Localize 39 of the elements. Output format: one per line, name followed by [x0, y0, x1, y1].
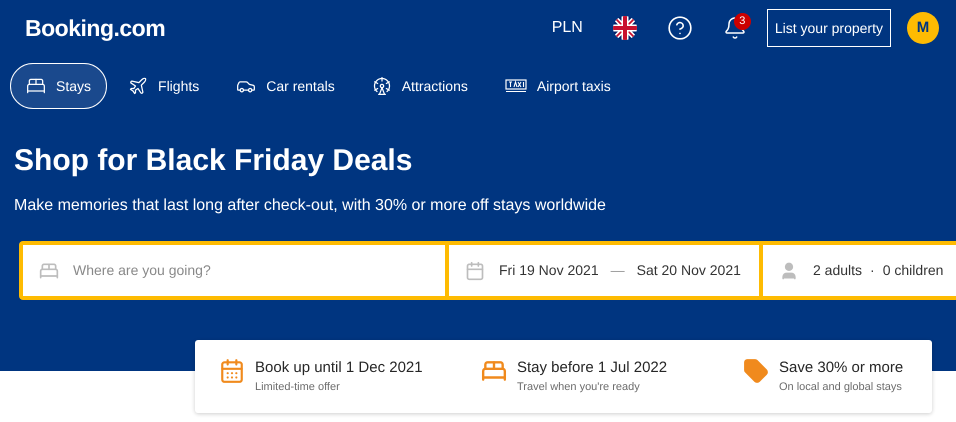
uk-flag-icon[interactable] [612, 16, 637, 40]
plane-icon [128, 76, 148, 96]
destination-input[interactable]: Where are you going? [73, 260, 373, 281]
bell-icon[interactable] [722, 16, 747, 40]
date-separator: — [610, 261, 625, 280]
offer-title: Book up until 1 Dec 2021 [255, 358, 423, 378]
calendar-icon [219, 358, 245, 384]
tag-icon [743, 358, 769, 384]
nav-tab[interactable]: Airport taxis [488, 63, 627, 109]
avatar[interactable]: M [907, 12, 939, 44]
nav-tab[interactable]: Flights [112, 63, 216, 109]
children-count: 0 children [882, 261, 944, 280]
date-field[interactable]: Fri 19 Nov 2021 — Sat 20 Nov 2021 [449, 245, 759, 296]
logo[interactable]: Booking.com [25, 10, 166, 46]
bed-icon [39, 260, 59, 280]
offer-subtitle: Travel when you're ready [517, 380, 641, 395]
taxi-sign-icon [504, 79, 527, 93]
adults-count: 2 adults [813, 261, 862, 280]
nav-tab[interactable]: Stays [10, 63, 108, 109]
offer-title: Stay before 1 Jul 2022 [517, 358, 668, 378]
ferris-wheel-icon [372, 76, 392, 96]
check-in-date: Fri 19 Nov 2021 [499, 261, 599, 280]
offer-subtitle: On local and global stays [779, 380, 903, 395]
bed-icon [26, 76, 46, 96]
guest-separator: · [870, 261, 875, 280]
currency-button[interactable]: PLN [552, 16, 583, 40]
offer-title: Save 30% or more [779, 358, 904, 378]
offer-subtitle: Limited-time offer [255, 380, 341, 395]
hero-title: Shop for Black Friday Deals [13, 143, 414, 179]
nav-tab[interactable]: Attractions [356, 63, 484, 109]
help-icon[interactable] [666, 15, 693, 41]
guests-field[interactable]: 2 adults · 0 children [763, 245, 956, 296]
calendar-icon [465, 260, 485, 280]
list-property-button[interactable]: List your property [766, 9, 891, 47]
notification-badge: 3 [734, 13, 751, 30]
check-out-date: Sat 20 Nov 2021 [636, 261, 741, 280]
hero-subtitle: Make memories that last long after check-out, with 30% or more off stays worldwide [13, 196, 607, 216]
destination-field[interactable]: Where are you going? [23, 245, 445, 296]
nav-tab[interactable]: Car rentals [220, 63, 351, 109]
